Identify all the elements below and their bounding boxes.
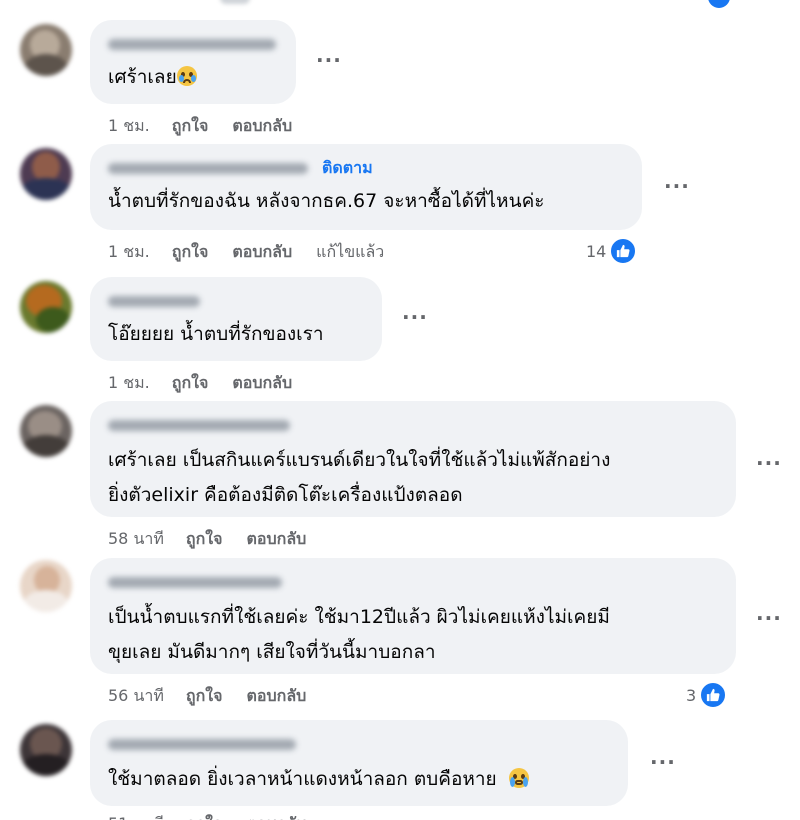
avatar[interactable] — [20, 281, 72, 333]
reaction-count[interactable]: 14 — [586, 237, 638, 265]
like-count: 3 — [686, 685, 697, 705]
comment-actions: 1 ชม. ถูกใจ ตอบกลับ แก้ไขแล้ว — [108, 240, 384, 265]
comment-actions: 1 ชม. ถูกใจ ตอบกลับ — [108, 371, 316, 396]
comment-bubble: เป็นน้ำตบแรกที่ใช้เลยค่ะ ใช้มา12ปีแล้ว ผ… — [90, 558, 736, 674]
comment-text-line: เป็นน้ำตบแรกที่ใช้เลยค่ะ ใช้มา12ปีแล้ว ผ… — [108, 606, 610, 628]
thumbs-up-icon — [699, 681, 728, 709]
more-options-icon[interactable]: ··· — [316, 48, 342, 72]
sad-tearful-emoji-icon — [176, 66, 197, 86]
comment-actions: 51 นาที ถูกใจ ตอบกลับ — [108, 812, 330, 820]
reply-button[interactable]: ตอบกลับ — [232, 240, 292, 265]
comment-text: เศร้าเลย เป็นสกินแคร์แบรนด์เดียวในใจที่ใ… — [108, 443, 610, 513]
author-name-row: ติดตาม — [108, 158, 373, 178]
like-button[interactable]: ถูกใจ — [172, 371, 209, 396]
author-name[interactable] — [108, 291, 200, 311]
comment-actions: 58 นาที ถูกใจ ตอบกลับ — [108, 527, 330, 552]
crying-emoji-icon — [508, 768, 529, 788]
comment-time[interactable]: 1 ชม. — [108, 240, 150, 265]
follow-button[interactable]: ติดตาม — [322, 156, 373, 181]
comment-text: เศร้าเลย — [108, 60, 197, 95]
comment-text-line: โอ๊ยยยย น้ำตบที่รักของเรา — [108, 323, 324, 345]
comment-text-line: เศร้าเลย เป็นสกินแคร์แบรนด์เดียวในใจที่ใ… — [108, 449, 611, 471]
comment-actions: 56 นาที ถูกใจ ตอบกลับ — [108, 684, 330, 709]
comment-text-line: ขุยเลย มันดีมากๆ เสียใจที่วันนี้มาบอกลา — [108, 641, 436, 663]
comment-text-line: เศร้าเลย — [108, 66, 177, 88]
blurred-author-name — [108, 38, 276, 50]
previous-comment-fragment — [0, 0, 800, 10]
comment-time[interactable]: 1 ชม. — [108, 371, 150, 396]
comment-text-line: ใช้มาตลอด ยิ่งเวลาหน้าแดงหน้าลอก ตบคือหา… — [108, 768, 497, 790]
like-button[interactable]: ถูกใจ — [186, 812, 223, 820]
reply-button[interactable]: ตอบกลับ — [246, 684, 306, 709]
blurred-text-fragment — [220, 0, 250, 4]
comment-time[interactable]: 58 นาที — [108, 527, 164, 552]
comment-bubble: ติดตาม น้ำตบที่รักของฉัน หลังจากธค.67 จะ… — [90, 144, 642, 230]
blurred-author-name[interactable] — [108, 162, 308, 174]
comment-text: ใช้มาตลอด ยิ่งเวลาหน้าแดงหน้าลอก ตบคือหา… — [108, 762, 529, 797]
avatar[interactable] — [20, 724, 72, 776]
more-options-icon[interactable]: ··· — [650, 750, 676, 774]
reply-button[interactable]: ตอบกลับ — [232, 114, 292, 139]
author-name[interactable] — [108, 415, 290, 435]
comment-time[interactable]: 56 นาที — [108, 684, 164, 709]
avatar[interactable] — [20, 405, 72, 457]
comment-text-line: น้ำตบที่รักของฉัน หลังจากธค.67 จะหาซื้อไ… — [108, 190, 545, 212]
avatar[interactable] — [20, 24, 72, 76]
blurred-author-name — [108, 295, 200, 307]
comment-text-line: ยิ่งตัวelixir คือต้องมีติดโต๊ะเครื่องแป้… — [108, 484, 463, 506]
like-icon — [708, 0, 730, 8]
blurred-author-name — [108, 576, 282, 588]
more-options-icon[interactable]: ··· — [402, 305, 428, 329]
more-options-icon[interactable]: ··· — [756, 451, 782, 475]
comment-bubble: ใช้มาตลอด ยิ่งเวลาหน้าแดงหน้าลอก ตบคือหา… — [90, 720, 628, 806]
comment-text: โอ๊ยยยย น้ำตบที่รักของเรา — [108, 317, 324, 352]
comment-time[interactable]: 1 ชม. — [108, 114, 150, 139]
author-name[interactable] — [108, 572, 282, 592]
like-button[interactable]: ถูกใจ — [186, 527, 223, 552]
like-button[interactable]: ถูกใจ — [172, 114, 209, 139]
reaction-count[interactable]: 3 — [686, 681, 728, 709]
reply-button[interactable]: ตอบกลับ — [246, 527, 306, 552]
author-name[interactable] — [108, 734, 296, 754]
comment-text: เป็นน้ำตบแรกที่ใช้เลยค่ะ ใช้มา12ปีแล้ว ผ… — [108, 600, 610, 670]
avatar[interactable] — [20, 560, 72, 612]
comment-text: น้ำตบที่รักของฉัน หลังจากธค.67 จะหาซื้อไ… — [108, 184, 545, 219]
like-button[interactable]: ถูกใจ — [186, 684, 223, 709]
edited-label[interactable]: แก้ไขแล้ว — [316, 240, 384, 265]
like-button[interactable]: ถูกใจ — [172, 240, 209, 265]
reply-button[interactable]: ตอบกลับ — [246, 812, 306, 820]
comment-bubble: เศร้าเลย เป็นสกินแคร์แบรนด์เดียวในใจที่ใ… — [90, 401, 736, 517]
more-options-icon[interactable]: ··· — [756, 606, 782, 630]
blurred-author-name — [108, 738, 296, 750]
comment-time[interactable]: 51 นาที — [108, 812, 164, 820]
thumbs-up-icon — [609, 237, 638, 265]
author-name[interactable] — [108, 34, 276, 54]
more-options-icon[interactable]: ··· — [664, 174, 690, 198]
comment-bubble: โอ๊ยยยย น้ำตบที่รักของเรา — [90, 277, 382, 361]
reply-button[interactable]: ตอบกลับ — [232, 371, 292, 396]
like-count: 14 — [586, 241, 607, 261]
comment-actions: 1 ชม. ถูกใจ ตอบกลับ — [108, 114, 316, 139]
comment-bubble: เศร้าเลย — [90, 20, 296, 104]
blurred-author-name — [108, 419, 290, 431]
avatar[interactable] — [20, 148, 72, 200]
